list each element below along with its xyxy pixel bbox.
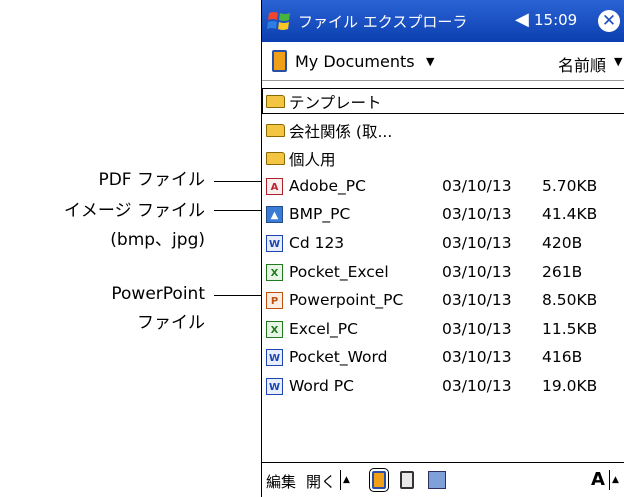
file-size: 19.0KB bbox=[542, 376, 598, 395]
callout-powerpoint: PowerPoint ファイル bbox=[111, 284, 205, 333]
font-size-button[interactable]: A bbox=[591, 469, 605, 490]
list-item[interactable]: P Powerpoint_PC 03/10/13 8.50KB bbox=[262, 288, 624, 314]
folder-icon bbox=[266, 123, 285, 137]
bmp-icon: ▲ bbox=[266, 206, 283, 224]
file-size: 41.4KB bbox=[542, 205, 598, 224]
powerpoint-icon: P bbox=[266, 292, 283, 310]
callout-line-pdf bbox=[214, 181, 261, 182]
title-bar: ファイル エクスプローラ ◀︎ 15:09 ✕ bbox=[262, 0, 624, 42]
windows-start-icon[interactable] bbox=[266, 8, 292, 34]
device-icon[interactable] bbox=[369, 468, 389, 492]
file-size: 416B bbox=[542, 348, 583, 367]
file-name: 個人用 bbox=[289, 151, 336, 170]
folder-dropdown[interactable]: My Documents bbox=[295, 52, 415, 71]
file-date: 03/10/13 bbox=[442, 348, 512, 367]
excel-icon: X bbox=[266, 263, 283, 281]
list-item[interactable]: 個人用 bbox=[262, 145, 624, 171]
file-explorer-screen: ファイル エクスプローラ ◀︎ 15:09 ✕ My Documents ▼ 名… bbox=[261, 0, 624, 497]
list-item[interactable]: W Cd 123 03/10/13 420B bbox=[262, 231, 624, 257]
file-name: Cd 123 bbox=[289, 233, 345, 252]
chevron-down-icon[interactable]: ▼ bbox=[426, 55, 434, 68]
file-list: テンプレート 会社関係 (取... 個人用 A Adobe_PC 03/10/1… bbox=[262, 88, 624, 403]
file-name: Pocket_Excel bbox=[289, 262, 389, 281]
clock[interactable]: 15:09 bbox=[534, 11, 577, 29]
list-item[interactable]: テンプレート bbox=[262, 88, 624, 114]
edit-menu[interactable]: 編集 bbox=[266, 471, 296, 492]
storage-card-icon[interactable] bbox=[400, 471, 414, 489]
excel-icon: X bbox=[266, 320, 283, 338]
sort-dropdown[interactable]: 名前順 bbox=[558, 52, 606, 76]
word-icon: W bbox=[266, 349, 283, 367]
word-icon: W bbox=[266, 377, 283, 395]
callout-line-powerpoint bbox=[214, 295, 261, 296]
callout-line-image bbox=[214, 210, 261, 211]
device-icon bbox=[272, 50, 287, 72]
list-item[interactable]: W Pocket_Word 03/10/13 416B bbox=[262, 345, 624, 371]
file-name: Excel_PC bbox=[289, 319, 358, 338]
file-name: Adobe_PC bbox=[289, 176, 366, 195]
folder-bar: My Documents ▼ 名前順 ▼ bbox=[262, 42, 624, 81]
list-item[interactable]: X Pocket_Excel 03/10/13 261B bbox=[262, 260, 624, 286]
callout-pdf: PDF ファイル bbox=[98, 170, 205, 190]
list-item[interactable]: X Excel_PC 03/10/13 11.5KB bbox=[262, 317, 624, 343]
file-name: 会社関係 (取... bbox=[289, 122, 393, 141]
file-size: 420B bbox=[542, 233, 583, 252]
chevron-down-icon[interactable]: ▼ bbox=[614, 55, 622, 68]
file-date: 03/10/13 bbox=[442, 176, 512, 195]
file-date: 03/10/13 bbox=[442, 291, 512, 310]
network-share-icon[interactable] bbox=[428, 471, 446, 489]
file-date: 03/10/13 bbox=[442, 376, 512, 395]
list-item[interactable]: W Word PC 03/10/13 19.0KB bbox=[262, 374, 624, 400]
callout-image: イメージ ファイル (bmp、jpg) bbox=[63, 201, 205, 250]
file-date: 03/10/13 bbox=[442, 319, 512, 338]
speaker-icon[interactable]: ◀︎ bbox=[515, 9, 529, 30]
file-date: 03/10/13 bbox=[442, 233, 512, 252]
list-item[interactable]: 会社関係 (取... bbox=[262, 117, 624, 143]
menu-bar: 編集 開く ▲ A ▲ bbox=[262, 462, 624, 497]
file-name: BMP_PC bbox=[289, 205, 351, 224]
close-icon[interactable]: ✕ bbox=[598, 10, 620, 32]
file-date: 03/10/13 bbox=[442, 205, 512, 224]
file-size: 8.50KB bbox=[542, 291, 598, 310]
file-name: テンプレート bbox=[289, 94, 382, 112]
file-size: 5.70KB bbox=[542, 176, 598, 195]
scroll-up-icon[interactable]: ▲ bbox=[340, 470, 352, 490]
sip-up-icon[interactable]: ▲ bbox=[609, 470, 621, 490]
file-name: Powerpoint_PC bbox=[289, 291, 404, 310]
file-name: Word PC bbox=[289, 376, 354, 395]
folder-icon bbox=[266, 152, 285, 166]
list-item[interactable]: A Adobe_PC 03/10/13 5.70KB bbox=[262, 174, 624, 200]
open-menu[interactable]: 開く bbox=[306, 471, 336, 492]
file-name: Pocket_Word bbox=[289, 348, 388, 367]
file-size: 11.5KB bbox=[542, 319, 598, 338]
file-size: 261B bbox=[542, 262, 583, 281]
pdf-icon: A bbox=[266, 177, 283, 195]
list-item[interactable]: ▲ BMP_PC 03/10/13 41.4KB bbox=[262, 202, 624, 228]
file-date: 03/10/13 bbox=[442, 262, 512, 281]
window-title: ファイル エクスプローラ bbox=[298, 13, 468, 31]
word-icon: W bbox=[266, 234, 283, 252]
folder-icon bbox=[266, 95, 285, 108]
